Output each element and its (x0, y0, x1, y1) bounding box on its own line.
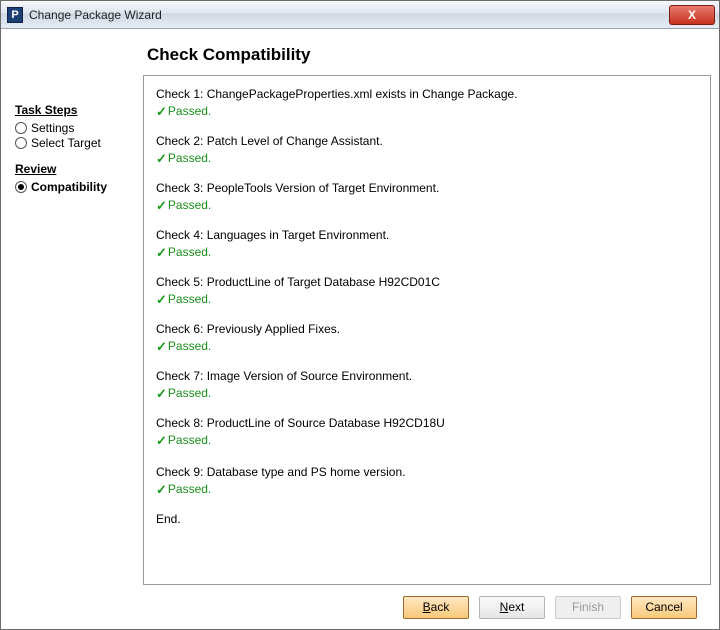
check-title: Check 9: Database type and PS home versi… (156, 464, 698, 481)
passed-line: ✓Passed. (156, 338, 698, 356)
checkmark-icon: ✓ (156, 244, 167, 262)
check-block: Check 7: Image Version of Source Environ… (156, 368, 698, 403)
step-select-target-label: Select Target (31, 136, 101, 150)
passed-text: Passed. (168, 481, 211, 498)
passed-text: Passed. (168, 244, 211, 261)
checkmark-icon: ✓ (156, 150, 167, 168)
passed-text: Passed. (168, 385, 211, 402)
checkmark-icon: ✓ (156, 385, 167, 403)
button-bar: Back Next Finish Cancel (1, 585, 719, 629)
results-box[interactable]: Check 1: ChangePackageProperties.xml exi… (143, 75, 711, 585)
passed-text: Passed. (168, 432, 211, 449)
check-title: Check 4: Languages in Target Environment… (156, 227, 698, 244)
close-icon: X (688, 8, 696, 22)
finish-button: Finish (555, 596, 621, 619)
passed-text: Passed. (168, 103, 211, 120)
passed-line: ✓Passed. (156, 291, 698, 309)
wizard-body: Task Steps Settings Select Target Review… (1, 29, 719, 629)
step-compatibility-label: Compatibility (31, 180, 107, 194)
passed-line: ✓Passed. (156, 197, 698, 215)
finish-label: Finish (572, 600, 604, 614)
step-compatibility[interactable]: Compatibility (15, 180, 137, 194)
check-block: Check 5: ProductLine of Target Database … (156, 274, 698, 309)
check-block: Check 4: Languages in Target Environment… (156, 227, 698, 262)
content-pane: Check Compatibility Check 1: ChangePacka… (137, 35, 711, 585)
check-title: Check 6: Previously Applied Fixes. (156, 321, 698, 338)
wizard-window: P Change Package Wizard X Task Steps Set… (0, 0, 720, 630)
step-settings[interactable]: Settings (15, 121, 137, 135)
check-block: Check 8: ProductLine of Source Database … (156, 415, 698, 450)
cancel-label: Cancel (645, 600, 682, 614)
app-icon: P (7, 7, 23, 23)
passed-text: Passed. (168, 197, 211, 214)
passed-line: ✓Passed. (156, 150, 698, 168)
check-title: Check 2: Patch Level of Change Assistant… (156, 133, 698, 150)
check-block: Check 6: Previously Applied Fixes.✓Passe… (156, 321, 698, 356)
step-select-target[interactable]: Select Target (15, 136, 137, 150)
checkmark-icon: ✓ (156, 481, 167, 499)
title-bar: P Change Package Wizard X (1, 1, 719, 29)
cancel-button[interactable]: Cancel (631, 596, 697, 619)
close-button[interactable]: X (669, 5, 715, 25)
passed-text: Passed. (168, 150, 211, 167)
passed-line: ✓Passed. (156, 481, 698, 499)
end-line: End. (156, 511, 698, 528)
checkmark-icon: ✓ (156, 432, 167, 450)
main-area: Task Steps Settings Select Target Review… (1, 29, 719, 585)
checkmark-icon: ✓ (156, 338, 167, 356)
radio-icon (15, 137, 27, 149)
check-block: Check 3: PeopleTools Version of Target E… (156, 180, 698, 215)
step-settings-label: Settings (31, 121, 74, 135)
passed-line: ✓Passed. (156, 432, 698, 450)
passed-text: Passed. (168, 338, 211, 355)
passed-line: ✓Passed. (156, 385, 698, 403)
check-block: Check 1: ChangePackageProperties.xml exi… (156, 86, 698, 121)
review-header: Review (15, 162, 137, 176)
checkmark-icon: ✓ (156, 197, 167, 215)
passed-line: ✓Passed. (156, 244, 698, 262)
check-title: Check 7: Image Version of Source Environ… (156, 368, 698, 385)
check-block: Check 9: Database type and PS home versi… (156, 464, 698, 499)
next-button[interactable]: Next (479, 596, 545, 619)
check-title: Check 5: ProductLine of Target Database … (156, 274, 698, 291)
passed-text: Passed. (168, 291, 211, 308)
checkmark-icon: ✓ (156, 291, 167, 309)
check-title: Check 1: ChangePackageProperties.xml exi… (156, 86, 698, 103)
window-title: Change Package Wizard (29, 8, 669, 22)
check-block: Check 2: Patch Level of Change Assistant… (156, 133, 698, 168)
checkmark-icon: ✓ (156, 103, 167, 121)
page-title: Check Compatibility (147, 45, 711, 65)
passed-line: ✓Passed. (156, 103, 698, 121)
radio-icon (15, 181, 27, 193)
task-steps-header: Task Steps (15, 103, 137, 117)
back-button[interactable]: Back (403, 596, 469, 619)
sidebar: Task Steps Settings Select Target Review… (15, 35, 137, 585)
radio-icon (15, 122, 27, 134)
check-title: Check 3: PeopleTools Version of Target E… (156, 180, 698, 197)
check-title: Check 8: ProductLine of Source Database … (156, 415, 698, 432)
